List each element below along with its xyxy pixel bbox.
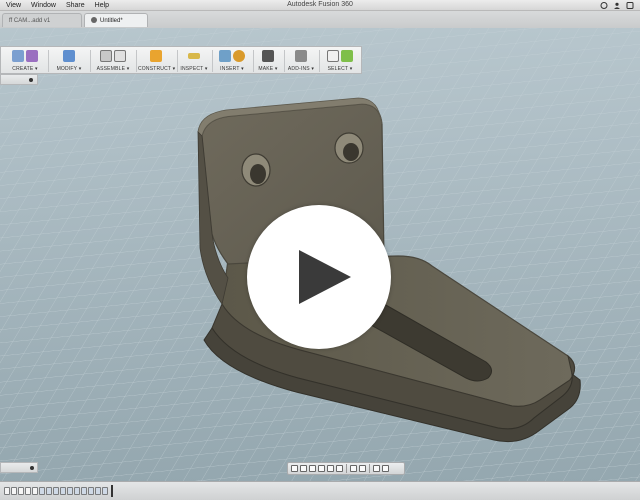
joint-icon	[114, 50, 126, 62]
play-icon	[299, 250, 351, 304]
grid-settings-icon[interactable]	[359, 465, 366, 472]
timeline-feature-hole[interactable]	[81, 487, 87, 495]
divider	[136, 50, 137, 72]
timeline-marker[interactable]	[111, 485, 113, 497]
timeline-panel-header[interactable]	[0, 462, 38, 473]
component-icon	[100, 50, 112, 62]
make-label: MAKE ▾	[258, 66, 278, 72]
timeline-feature-extrude[interactable]	[102, 487, 108, 495]
help-icon[interactable]	[626, 1, 634, 9]
box-icon	[26, 50, 38, 62]
play-button[interactable]	[247, 205, 391, 349]
insert-menu[interactable]: INSERT ▾	[214, 49, 250, 74]
plane-icon	[150, 50, 162, 62]
snap-icon[interactable]	[382, 465, 389, 472]
orbit-icon[interactable]	[291, 465, 298, 472]
timeline	[0, 481, 640, 500]
timeline-prev-icon[interactable]	[11, 487, 17, 495]
timeline-feature-sketch[interactable]	[53, 487, 59, 495]
fit-icon[interactable]	[327, 465, 334, 472]
assemble-menu[interactable]: ASSEMBLE ▾	[93, 49, 133, 74]
viewports-icon[interactable]	[373, 465, 380, 472]
assemble-label: ASSEMBLE ▾	[96, 66, 130, 72]
timeline-feature-fillet[interactable]	[88, 487, 94, 495]
timeline-play-icon[interactable]	[18, 487, 24, 495]
add-ins-menu[interactable]: ADD-INS ▾	[286, 49, 316, 74]
tab-label: Untitled*	[100, 18, 123, 24]
3d-print-icon	[262, 50, 274, 62]
pan-icon[interactable]	[309, 465, 316, 472]
hole-bore-right	[343, 143, 359, 161]
decal-icon	[233, 50, 245, 62]
user-icon[interactable]	[613, 2, 621, 9]
canvas-viewport[interactable]	[0, 28, 640, 500]
tab-untitled[interactable]: Untitled*	[84, 13, 148, 27]
divider	[90, 50, 91, 72]
image-icon	[219, 50, 231, 62]
insert-label: INSERT ▾	[220, 66, 244, 72]
selection-box-icon	[341, 50, 353, 62]
modify-menu[interactable]: MODIFY ▾	[51, 49, 87, 74]
timeline-feature-hole[interactable]	[74, 487, 80, 495]
timeline-start-icon[interactable]	[4, 487, 10, 495]
divider	[284, 50, 285, 72]
display-settings-icon[interactable]	[350, 465, 357, 472]
document-icon	[91, 17, 97, 24]
hole-bore-left	[250, 164, 266, 184]
sync-icon[interactable]	[600, 1, 608, 9]
measure-icon	[188, 53, 200, 59]
timeline-feature-sketch[interactable]	[95, 487, 101, 495]
inspect-label: INSPECT ▾	[180, 66, 208, 72]
divider	[212, 50, 213, 72]
select-menu[interactable]: SELECT ▾	[321, 49, 359, 74]
cursor-icon	[327, 50, 339, 62]
timeline-end-icon[interactable]	[32, 487, 38, 495]
timeline-next-icon[interactable]	[25, 487, 31, 495]
zoom-icon[interactable]	[318, 465, 325, 472]
status-icons	[600, 0, 634, 10]
timeline-feature-sketch[interactable]	[39, 487, 45, 495]
sketch-icon	[12, 50, 24, 62]
divider	[48, 50, 49, 72]
menu-bar: View Window Share Help Autodesk Fusion 3…	[0, 0, 640, 11]
press-pull-icon	[63, 50, 75, 62]
inspect-menu[interactable]: INSPECT ▾	[179, 49, 209, 74]
divider	[177, 50, 178, 72]
navigation-bar	[287, 462, 405, 475]
look-at-icon[interactable]	[300, 465, 307, 472]
construct-label: CONSTRUCT ▾	[138, 66, 176, 72]
browser-panel-collapsed[interactable]	[0, 74, 38, 85]
add-ins-label: ADD-INS ▾	[287, 66, 315, 72]
timeline-feature-fillet[interactable]	[67, 487, 73, 495]
create-menu[interactable]: CREATE ▾	[5, 49, 45, 74]
timeline-feature-extrude[interactable]	[60, 487, 66, 495]
browser-toggle-icon[interactable]	[29, 78, 33, 82]
main-toolbar: CREATE ▾ MODIFY ▾ ASSEMBLE ▾ CONSTRUCT ▾…	[0, 46, 362, 74]
app-title: Autodesk Fusion 360	[287, 1, 353, 8]
tab-label: ff CAM...add v1	[9, 18, 51, 24]
select-label: SELECT ▾	[327, 66, 353, 72]
modify-label: MODIFY ▾	[56, 66, 82, 72]
timeline-toggle-icon[interactable]	[30, 466, 34, 470]
divider	[319, 50, 320, 72]
document-tab-strip: ff CAM...add v1 Untitled*	[0, 11, 640, 29]
divider	[253, 50, 254, 72]
timeline-feature-extrude[interactable]	[46, 487, 52, 495]
tab-cam-file[interactable]: ff CAM...add v1	[2, 13, 82, 27]
construct-menu[interactable]: CONSTRUCT ▾	[138, 49, 176, 74]
create-label: CREATE ▾	[12, 66, 38, 72]
zoom-window-icon[interactable]	[336, 465, 343, 472]
divider	[346, 464, 347, 473]
scripts-icon	[295, 50, 307, 62]
make-menu[interactable]: MAKE ▾	[255, 49, 281, 74]
divider	[369, 464, 370, 473]
